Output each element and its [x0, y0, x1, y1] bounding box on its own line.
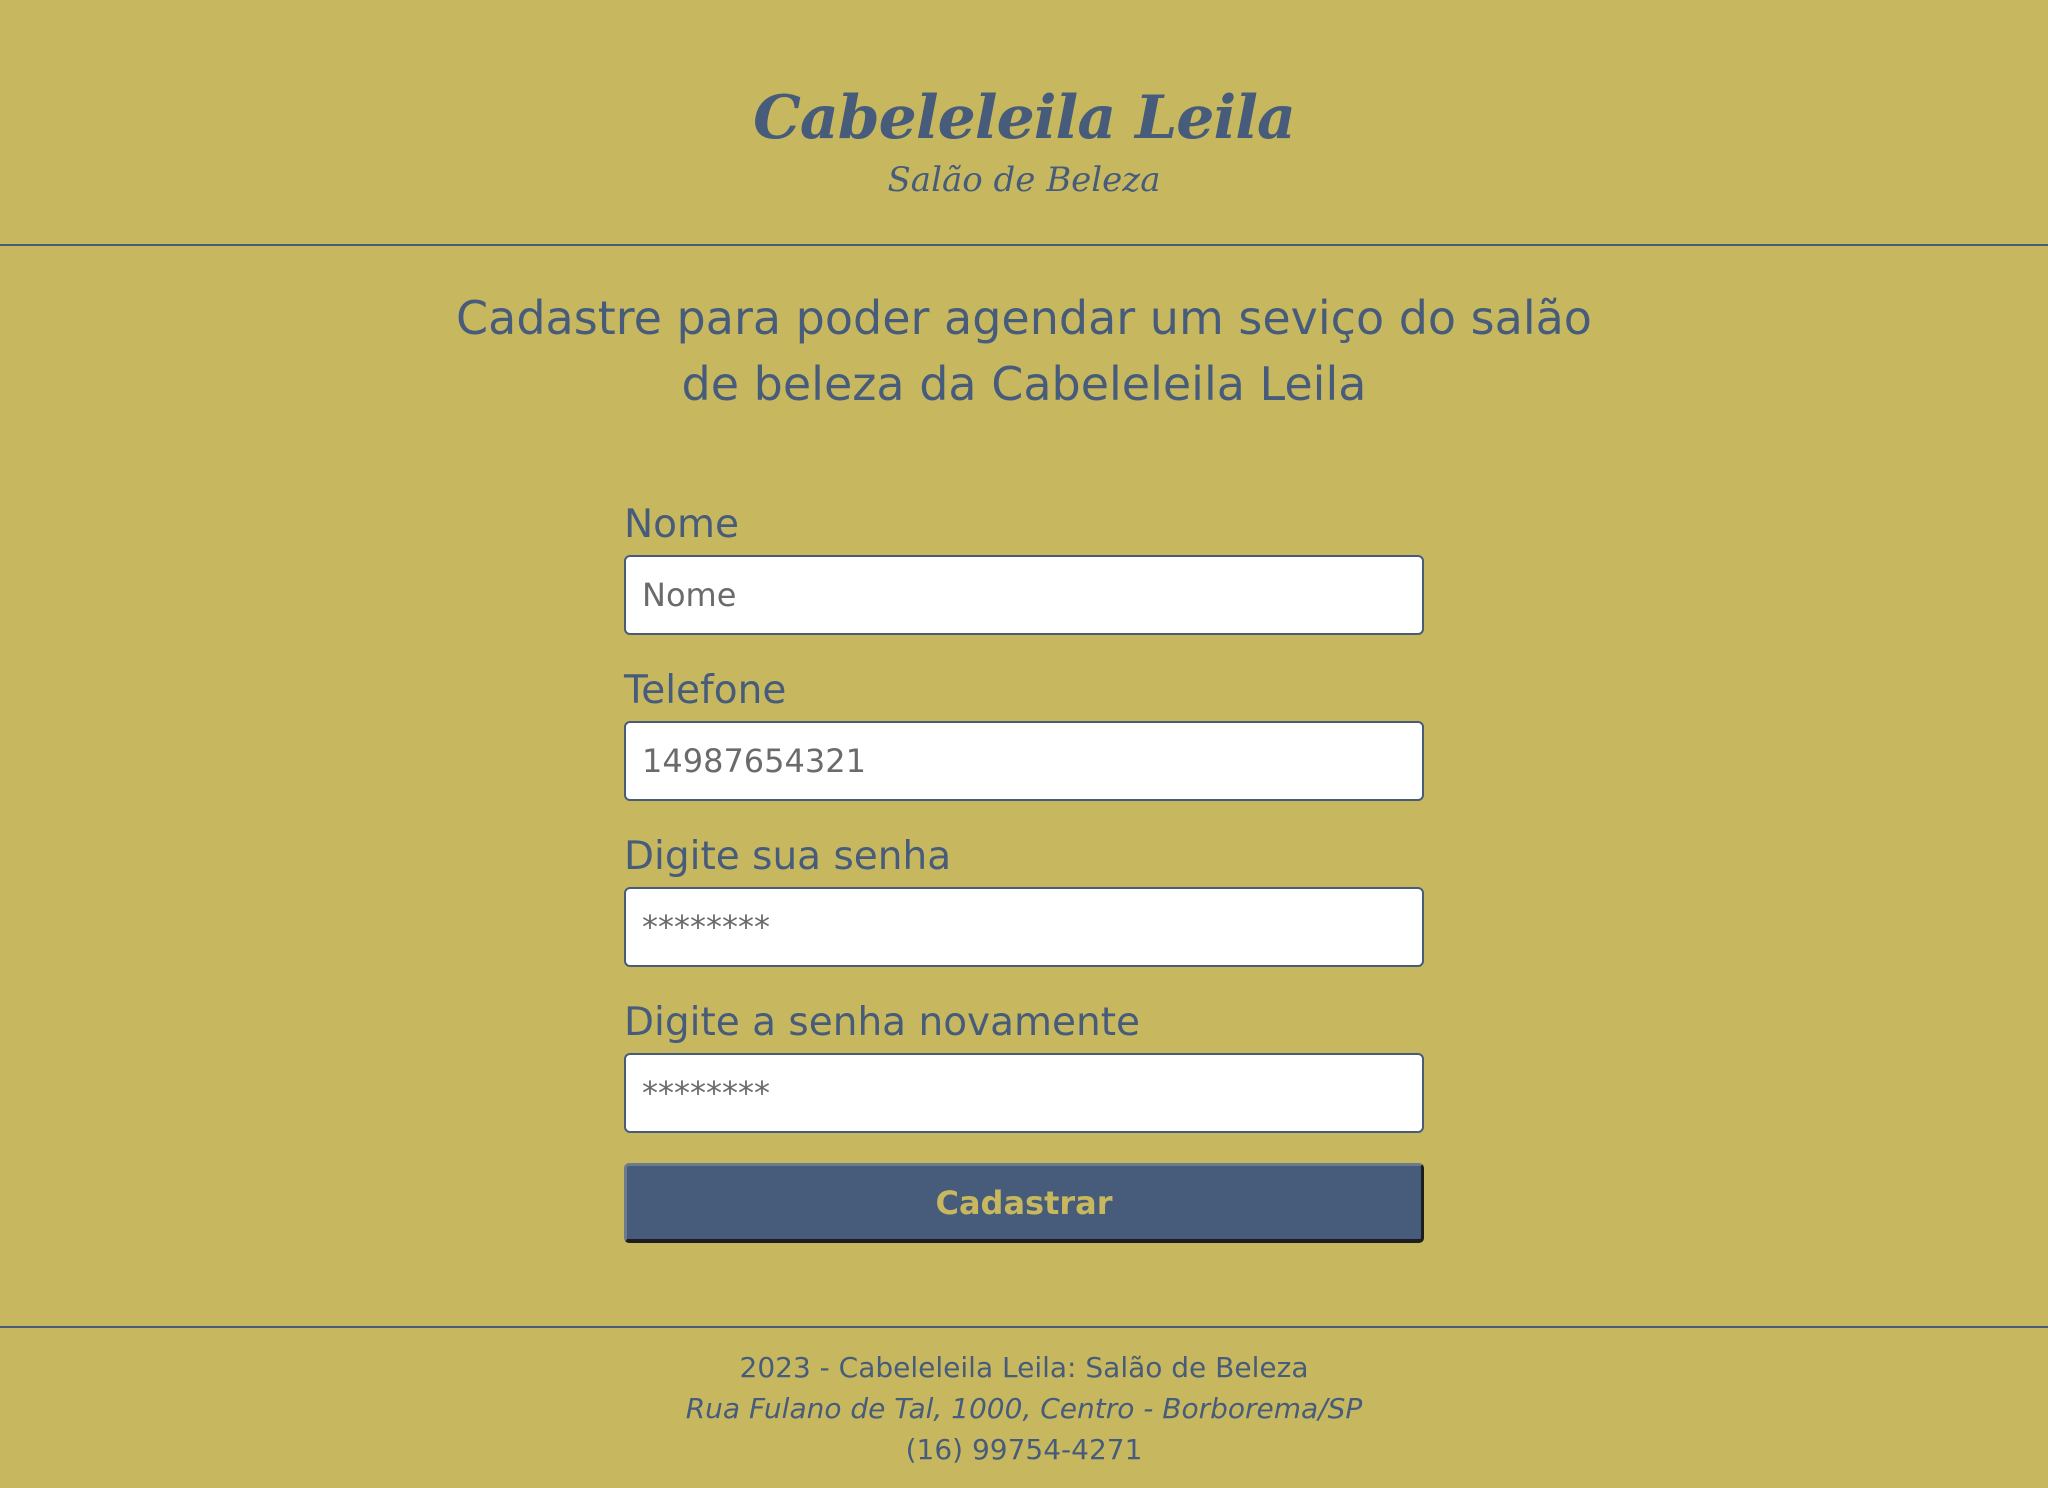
- confirm-password-field-group: Digite a senha novamente: [624, 993, 1424, 1159]
- intro-line-2: de beleza da Cabeleleila Leila: [681, 357, 1367, 411]
- intro-text: Cadastre para poder agendar um seviço do…: [424, 285, 1624, 417]
- confirm-password-label: Digite a senha novamente: [624, 1000, 1141, 1045]
- intro-line-1: Cadastre para poder agendar um seviço do…: [456, 291, 1592, 345]
- register-button[interactable]: Cadastrar: [624, 1163, 1424, 1243]
- brand-title: Cabeleleila Leila: [753, 83, 1296, 153]
- phone-field-group: Telefone: [624, 661, 1424, 827]
- brand-subtitle: Salão de Beleza: [887, 160, 1161, 200]
- footer-phone: (16) 99754-4271: [905, 1433, 1143, 1466]
- phone-input[interactable]: [624, 721, 1424, 801]
- name-field-group: Nome: [624, 495, 1424, 661]
- site-footer: 2023 - Cabeleleila Leila: Salão de Belez…: [0, 1326, 2048, 1488]
- name-input[interactable]: [624, 555, 1424, 635]
- phone-label: Telefone: [624, 668, 787, 713]
- footer-address: Rua Fulano de Tal, 1000, Centro - Borbor…: [685, 1392, 1363, 1425]
- confirm-password-input[interactable]: [624, 1053, 1424, 1133]
- site-header: Cabeleleila Leila Salão de Beleza: [0, 0, 2048, 246]
- password-field-group: Digite sua senha: [624, 827, 1424, 993]
- password-label: Digite sua senha: [624, 834, 952, 879]
- footer-copyright: 2023 - Cabeleleila Leila: Salão de Belez…: [739, 1351, 1309, 1384]
- name-label: Nome: [624, 502, 740, 547]
- password-input[interactable]: [624, 887, 1424, 967]
- signup-form: Nome Telefone Digite sua senha Digite a …: [624, 495, 1424, 1243]
